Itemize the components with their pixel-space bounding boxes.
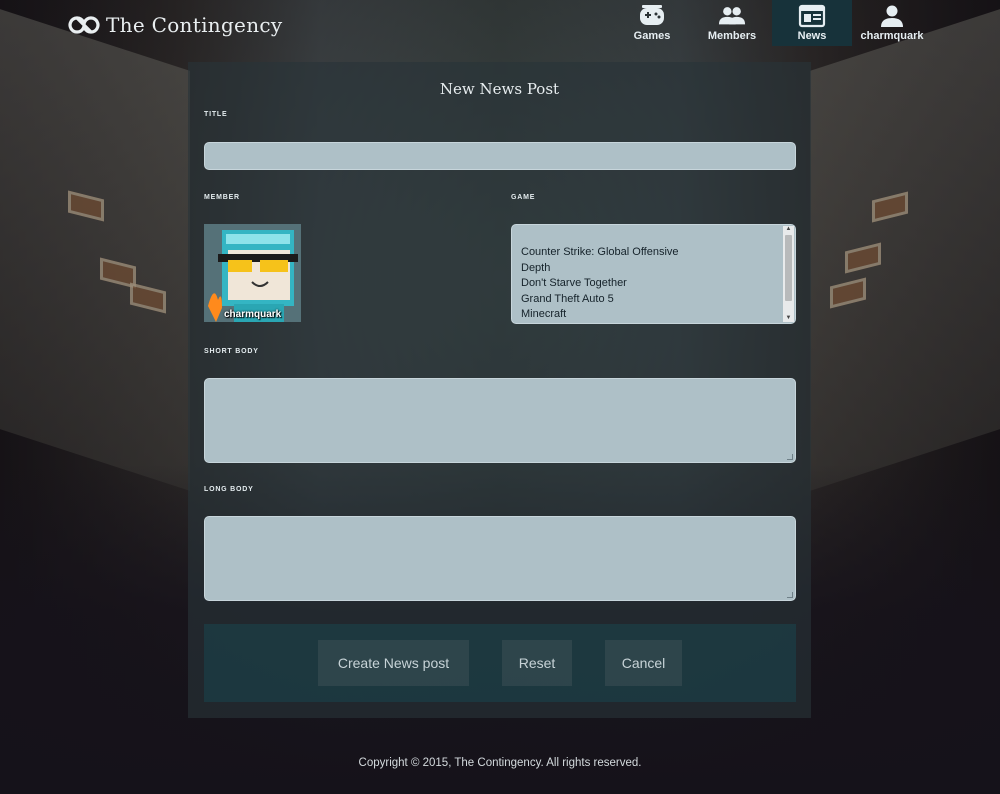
scrollbar-thumb[interactable] [785,235,792,301]
title-input[interactable] [204,142,796,170]
resize-handle-icon[interactable] [787,592,793,598]
game-label: GAME [511,194,536,201]
short-body-label: SHORT BODY [204,348,259,355]
nav-item-news[interactable]: News [772,0,852,46]
new-news-post-form: New News Post TITLE MEMBER charmquark GA… [188,62,811,718]
resize-handle-icon[interactable] [787,454,793,460]
avatar-image [204,224,301,322]
footer-copyright: Copyright © 2015, The Contingency. All r… [358,757,642,769]
member-label: MEMBER [204,194,240,201]
scroll-down-arrow-icon[interactable]: ▼ [785,315,792,322]
nav-label-games: Games [633,30,671,42]
create-news-post-button[interactable]: Create News post [318,640,469,686]
form-actions: Create News post Reset Cancel [204,624,796,702]
game-option[interactable]: Depth [521,261,679,277]
cancel-button[interactable]: Cancel [605,640,682,686]
site-title: The Contingency [106,13,283,37]
brand-logo-link[interactable]: The Contingency [68,12,282,38]
nav-label-members: Members [707,30,757,42]
form-title: New News Post [439,80,560,98]
long-body-label: LONG BODY [204,486,254,493]
title-label: TITLE [204,111,228,118]
nav-item-games[interactable]: Games [612,0,692,46]
short-body-textarea[interactable] [204,378,796,463]
game-option[interactable]: Counter Strike: Global Offensive [521,245,679,261]
main-nav: Games Members News charmquark [612,0,932,46]
reset-button[interactable]: Reset [502,640,572,686]
nav-label-user: charmquark [860,30,924,42]
infinity-logo-icon [68,16,100,34]
news-icon [798,4,826,28]
game-select[interactable]: Counter Strike: Global Offensive Depth D… [511,224,796,324]
game-option[interactable]: Don't Starve Together [521,276,679,292]
long-body-textarea[interactable] [204,516,796,601]
game-option[interactable]: Minecraft [521,307,679,323]
user-icon [878,4,906,28]
nav-item-user[interactable]: charmquark [852,0,932,46]
members-icon [718,4,746,28]
member-avatar[interactable]: charmquark [204,224,301,322]
member-avatar-name: charmquark [224,309,282,320]
top-navigation-bar: The Contingency Games Members News charm… [0,0,1000,52]
scroll-up-arrow-icon[interactable]: ▲ [785,226,792,233]
game-option[interactable]: Grand Theft Auto 5 [521,292,679,308]
nav-label-news: News [797,30,827,42]
nav-item-members[interactable]: Members [692,0,772,46]
game-options-list: Counter Strike: Global Offensive Depth D… [521,245,679,323]
gamepad-icon [638,4,666,28]
